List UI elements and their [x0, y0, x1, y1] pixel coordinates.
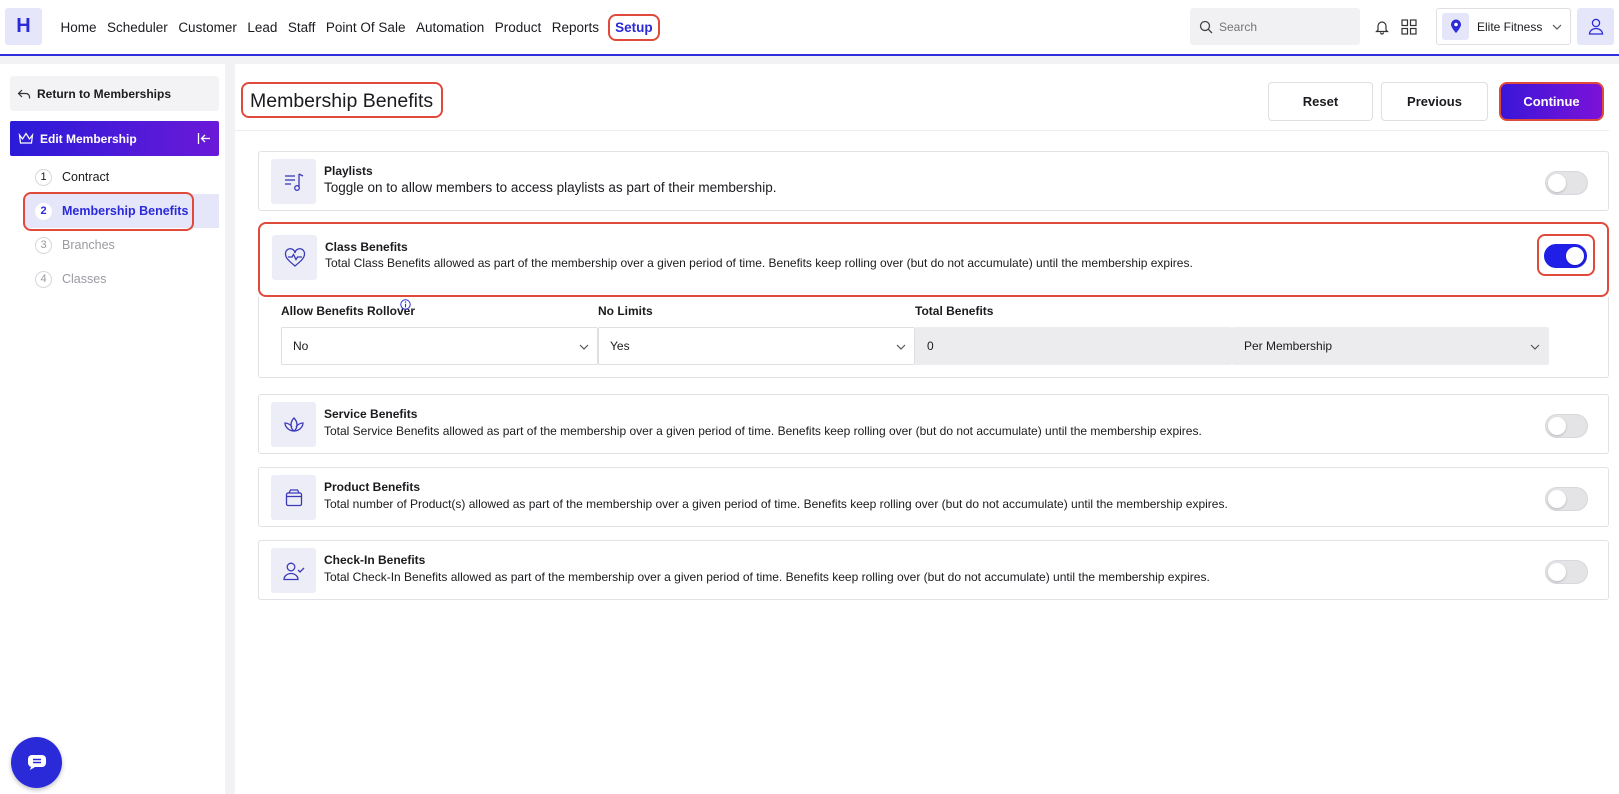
chevron-down-icon: [1552, 24, 1562, 30]
nav-point-of-sale[interactable]: Point Of Sale: [322, 20, 409, 35]
previous-button[interactable]: Previous: [1381, 82, 1488, 121]
class-benefits-toggle[interactable]: [1544, 244, 1587, 268]
step-number: 4: [35, 270, 52, 288]
service-benefits-toggle[interactable]: [1545, 414, 1588, 438]
return-to-memberships-button[interactable]: Return to Memberships: [10, 76, 219, 111]
checkin-benefits-toggle[interactable]: [1545, 560, 1588, 584]
search-input[interactable]: [1219, 19, 1349, 34]
no-limits-value: Yes: [610, 339, 630, 353]
playlist-icon: [271, 159, 316, 204]
benefit-card-playlists: Playlists Toggle on to allow members to …: [258, 151, 1609, 211]
search-box[interactable]: [1190, 8, 1360, 45]
benefit-card-service: Service Benefits Total Service Benefits …: [258, 394, 1609, 454]
period-select[interactable]: Per Membership: [1232, 327, 1549, 365]
location-name: Elite Fitness: [1477, 19, 1543, 34]
step-label: Contract: [62, 170, 110, 184]
header-divider: [235, 130, 1609, 131]
total-benefits-label: Total Benefits: [915, 304, 994, 318]
lotus-icon: [271, 402, 316, 447]
benefit-description: Total Class Benefits allowed as part of …: [325, 256, 1193, 270]
step-label: Membership Benefits: [62, 204, 189, 218]
step-contract[interactable]: 1 Contract: [25, 160, 219, 194]
user-check-icon: [271, 548, 316, 593]
total-benefits-value: 0: [927, 339, 934, 353]
apps-grid-icon[interactable]: [1401, 19, 1417, 35]
step-label: Branches: [62, 238, 115, 252]
page-title: Membership Benefits: [241, 82, 444, 118]
total-benefits-field[interactable]: 0: [915, 327, 1232, 365]
continue-button[interactable]: Continue: [1499, 82, 1604, 121]
chat-widget-button[interactable]: [11, 737, 62, 788]
rollover-label: Allow Benefits Rollover: [281, 304, 416, 318]
main-panel: Membership Benefits Reset Previous Conti…: [235, 64, 1619, 794]
location-selector[interactable]: Elite Fitness: [1436, 8, 1571, 45]
chevron-down-icon: [579, 344, 589, 350]
reset-button[interactable]: Reset: [1268, 82, 1373, 121]
top-bar: H Home Scheduler Customer Lead Staff Poi…: [0, 0, 1619, 56]
crown-icon: [18, 132, 34, 144]
class-benefits-settings: Allow Benefits Rollover No No Limits Yes…: [258, 297, 1609, 378]
benefit-card-product: Product Benefits Total number of Product…: [258, 467, 1609, 527]
step-branches[interactable]: 3 Branches: [25, 228, 219, 262]
step-membership-benefits[interactable]: 2 Membership Benefits: [25, 194, 219, 228]
no-limits-select[interactable]: Yes: [598, 327, 915, 365]
nav-customer[interactable]: Customer: [175, 20, 241, 35]
app-logo[interactable]: H: [5, 8, 42, 45]
step-number: 1: [35, 168, 52, 186]
rollover-value: No: [293, 339, 309, 353]
main-nav: Home Scheduler Customer Lead Staff Point…: [57, 0, 663, 54]
benefit-card-checkin: Check-In Benefits Total Check-In Benefit…: [258, 540, 1609, 600]
box-icon: [271, 475, 316, 520]
benefit-title: Product Benefits: [324, 480, 421, 494]
nav-home[interactable]: Home: [57, 20, 100, 35]
benefit-title: Playlists: [324, 164, 373, 178]
period-value: Per Membership: [1244, 339, 1333, 353]
benefit-description: Total Service Benefits allowed as part o…: [324, 424, 1202, 438]
bell-icon[interactable]: [1374, 19, 1390, 35]
step-number: 3: [35, 236, 52, 254]
benefit-title: Class Benefits: [325, 240, 408, 254]
no-limits-label: No Limits: [598, 304, 653, 318]
nav-scheduler[interactable]: Scheduler: [104, 20, 172, 35]
step-classes[interactable]: 4 Classes: [25, 262, 219, 296]
nav-staff[interactable]: Staff: [284, 20, 319, 35]
edit-membership-label: Edit Membership: [40, 131, 137, 146]
nav-setup[interactable]: Setup: [608, 13, 660, 41]
benefit-title: Service Benefits: [324, 407, 418, 421]
chat-icon: [27, 755, 46, 770]
chevron-down-icon: [896, 344, 906, 350]
benefit-card-class: Class Benefits Total Class Benefits allo…: [258, 222, 1609, 297]
nav-product[interactable]: Product: [491, 20, 545, 35]
search-icon: [1199, 20, 1213, 33]
rollover-select[interactable]: No: [281, 327, 598, 365]
heartbeat-icon: [272, 235, 317, 280]
playlists-toggle[interactable]: [1545, 171, 1588, 195]
edit-membership-header: Edit Membership: [10, 121, 219, 156]
benefit-description: Total Check-In Benefits allowed as part …: [324, 570, 1210, 584]
nav-automation[interactable]: Automation: [412, 20, 487, 35]
chevron-down-icon: [1530, 344, 1540, 350]
benefit-description: Toggle on to allow members to access pla…: [324, 180, 777, 195]
step-label: Classes: [62, 272, 107, 286]
user-avatar[interactable]: [1577, 8, 1614, 45]
benefit-description: Total number of Product(s) allowed as pa…: [324, 497, 1228, 511]
user-icon: [1588, 18, 1603, 35]
location-pin-icon: [1442, 13, 1469, 40]
product-benefits-toggle[interactable]: [1545, 487, 1588, 511]
nav-reports[interactable]: Reports: [548, 20, 602, 35]
sidebar: Return to Memberships Edit Membership 1 …: [0, 64, 225, 794]
collapse-sidebar-icon[interactable]: [197, 132, 211, 145]
info-icon[interactable]: [400, 299, 411, 310]
back-arrow-icon: [17, 89, 31, 98]
step-number: 2: [35, 202, 52, 220]
return-label: Return to Memberships: [37, 86, 172, 101]
nav-lead[interactable]: Lead: [244, 20, 281, 35]
benefit-title: Check-In Benefits: [324, 553, 426, 567]
